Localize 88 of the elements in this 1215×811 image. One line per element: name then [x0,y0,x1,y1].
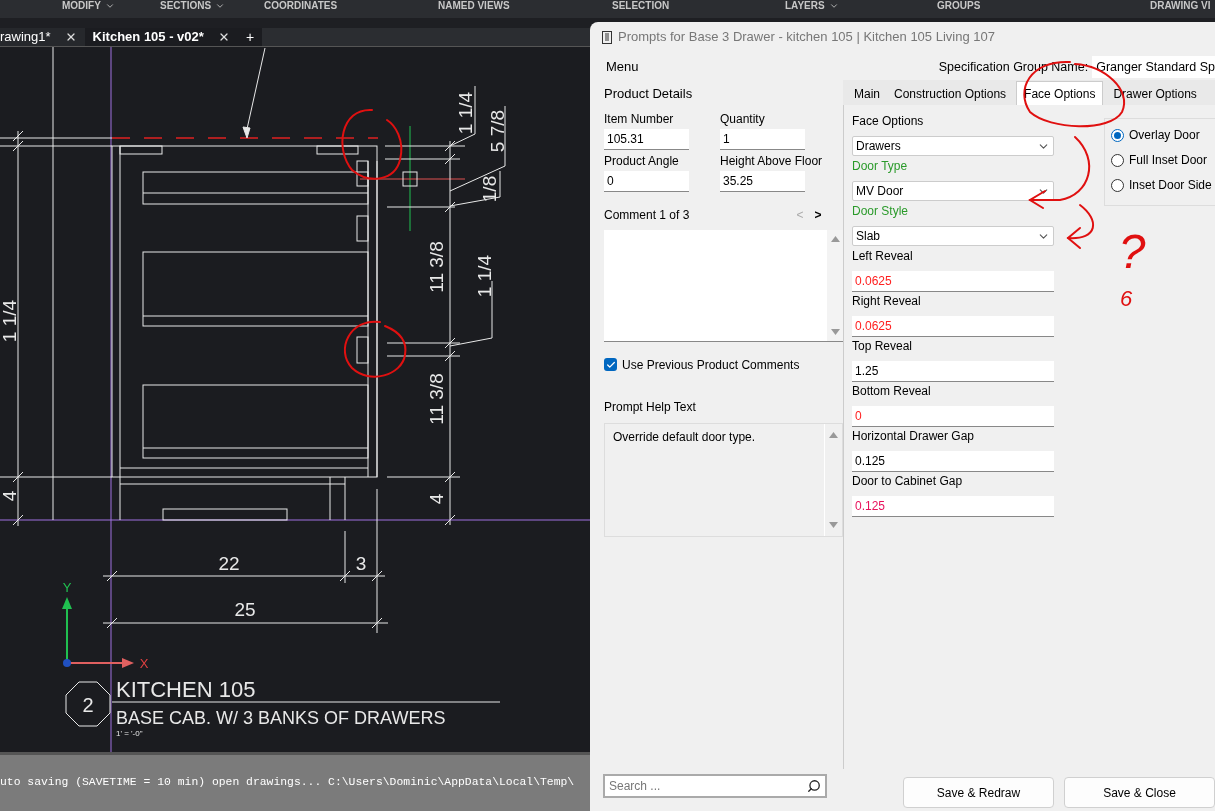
dropdown[interactable]: Drawers [852,136,1054,156]
input-field[interactable]: 0.125 [852,496,1054,517]
menu-label[interactable]: Menu [606,57,939,77]
view-scale: 1' = '-0" [116,729,143,738]
dimension-label: 11 3/8 [425,373,447,425]
ribbon-group-label[interactable]: COORDINATES [264,0,338,12]
command-line-text: uto saving (SAVETIME = 10 min) open drawings... C:\Users\Dominic\AppData\Local\Temp\ [0,775,575,791]
comment-counter: Comment 1 of 3 [604,206,691,224]
field-label: Door Style [852,203,910,220]
axis-label: X [139,655,149,671]
dimension-label: 1 1/4 [454,91,476,135]
field-label: Quantity [720,110,766,128]
view-title: KITCHEN 105 [116,677,256,702]
ribbon-group-label[interactable]: LAYERS [785,0,825,12]
dialog-button[interactable]: Save & Redraw [903,777,1054,808]
field-label: Door to Cabinet Gap [852,473,964,490]
view-number: 2 [82,694,94,716]
chevron-down-icon [215,1,226,11]
radio-label: Overlay Door [1129,127,1200,144]
input-field[interactable]: 0.0625 [852,271,1054,292]
document-tab[interactable]: Kitchen 105 - v02* [84,28,238,46]
input-field[interactable]: 105.31 [604,128,689,150]
input-field[interactable]: 1 [720,128,805,150]
tab[interactable]: Main [847,83,887,105]
ribbon-group-label[interactable]: GROUPS [937,0,981,12]
chevron-down-icon [828,1,839,11]
input-field[interactable]: 0 [604,170,689,192]
checkbox-label: Use Previous Product Comments [622,356,800,374]
axis-drawing [62,597,134,668]
scroll-down-icon[interactable] [830,328,840,335]
field-label: Bottom Reveal [852,383,932,400]
tab[interactable]: Construction Options [887,83,1014,105]
ribbon-group-label[interactable]: MODIFY [62,0,101,12]
dimension-label: 4 [425,493,447,505]
search-field[interactable]: Search ... [603,774,827,798]
dropdown[interactable]: MV Door [852,181,1054,201]
checkbox[interactable] [604,358,617,371]
dropdown[interactable]: Slab [852,226,1054,246]
field-label: Product Angle [604,152,680,170]
help-text: Override default door type. [612,428,757,446]
radio-button[interactable] [1111,128,1124,142]
radio-label: Full Inset Door [1129,152,1208,169]
ribbon-group-label[interactable]: DRAWING VI [1150,0,1211,12]
dimension-label: 4 [0,490,20,502]
markup-note: ? [1118,225,1146,278]
input-field[interactable]: 1.25 [852,361,1054,382]
radio-label: Inset Door Side [1129,177,1212,194]
dimension-label: 11 3/8 [425,241,447,293]
input-field[interactable]: 0.0625 [852,316,1054,337]
dialog-button[interactable]: Save & Close [1064,777,1215,808]
field-label: Right Reveal [852,293,922,310]
new-tab-button[interactable]: + [237,28,263,46]
dimension-label: 22 [218,552,240,574]
dimension-label: 1/8 [478,175,500,203]
input-field[interactable]: 0 [852,406,1054,427]
radio-button[interactable] [1111,153,1124,167]
field-label: Door Type [852,158,909,175]
tab[interactable]: Face Options [1016,81,1104,105]
section-title: Prompt Help Text [604,398,697,416]
field-label: Height Above Floor [720,152,824,170]
next-button[interactable]: > [811,205,825,224]
dimension-label: 1 1/4 [473,254,495,298]
field-label: Horizontal Drawer Gap [852,428,976,445]
axis-label: Y [62,579,72,595]
ribbon-group-label[interactable]: SELECTION [612,0,670,12]
dimension-label: 3 [355,552,367,574]
spec-group-field[interactable]: Granger Standard Sp [1092,56,1215,78]
field-label: Top Reveal [852,338,914,355]
input-field[interactable]: 0.125 [852,451,1054,472]
chevron-down-icon [104,1,115,11]
search-icon [807,779,821,793]
field-label: Left Reveal [852,248,914,265]
document-icon [602,30,612,44]
ribbon-group-label[interactable]: SECTIONS [160,0,212,12]
markup-note: 6 [1119,286,1133,311]
view-subtitle: BASE CAB. W/ 3 BANKS OF DRAWERS [116,708,446,728]
field-label: Face Options [852,113,925,130]
scroll-up-icon[interactable] [830,235,840,242]
window-title: Prompts for Base 3 Drawer - kitchen 105 | Kitchen 105 Living 107 [618,28,995,47]
section-title: Product Details [604,85,694,103]
dimension-label: 1 1/4 [0,299,20,343]
radio-button[interactable] [1111,178,1124,192]
dimension-label: 25 [234,598,256,620]
ribbon-group-label[interactable]: NAMED VIEWS [438,0,510,12]
document-tab[interactable]: rawing1* [0,28,85,46]
dimension-label: 5 7/8 [486,109,508,153]
field-label: Item Number [604,110,675,128]
input-field[interactable]: 35.25 [720,170,805,192]
